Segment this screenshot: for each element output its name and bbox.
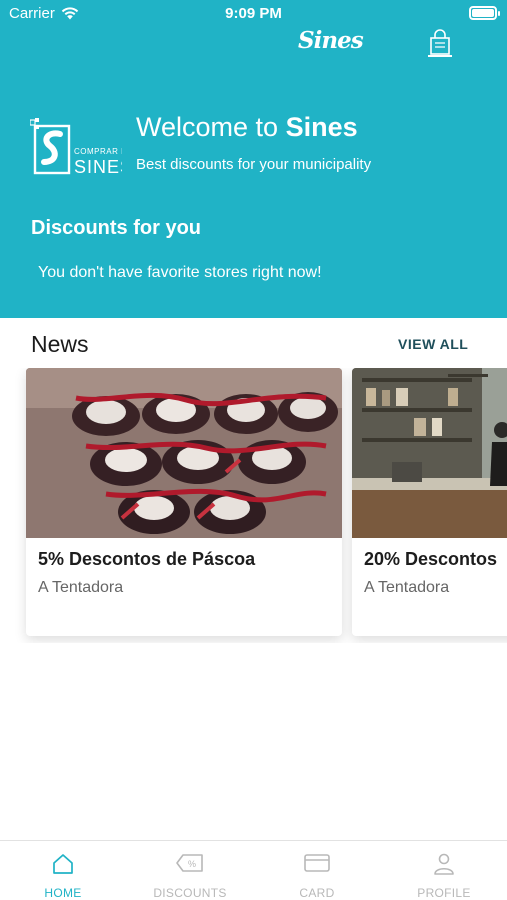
comprar-em-sines-logo: COMPRAR EM SINES — [29, 118, 134, 178]
tab-discounts-label: DISCOUNTS — [153, 886, 227, 900]
tab-home[interactable]: HOME — [0, 841, 126, 900]
svg-text:%: % — [188, 859, 196, 869]
tab-card-label: CARD — [299, 886, 335, 900]
status-bar: Carrier 9:09 PM — [0, 0, 507, 28]
welcome-tagline: Best discounts for your municipality — [136, 156, 372, 173]
shop-interior-image — [352, 368, 507, 538]
news-card-store: A Tentadora — [364, 579, 450, 596]
status-time: 9:09 PM — [225, 5, 282, 22]
tab-card[interactable]: CARD — [254, 841, 380, 900]
sines-brand-logo: Sines — [298, 27, 364, 60]
news-carousel[interactable]: 5% Descontos de Páscoa A Tentadora 20% D… — [0, 368, 507, 643]
view-all-news-button[interactable]: VIEW ALL — [398, 336, 468, 352]
news-card[interactable]: 20% Descontos A Tentadora — [352, 368, 507, 636]
home-icon — [53, 854, 73, 874]
welcome-municipality: Sines — [285, 112, 358, 142]
card-icon — [304, 854, 330, 872]
news-card-store: A Tentadora — [38, 579, 124, 596]
logo-text-bottom: SINES — [74, 157, 122, 177]
news-section-title: News — [31, 331, 89, 357]
news-card[interactable]: 5% Descontos de Páscoa A Tentadora — [26, 368, 342, 636]
profile-icon — [434, 853, 454, 875]
tab-profile-label: PROFILE — [417, 886, 471, 900]
easter-chocolates-image — [26, 368, 342, 538]
tab-discounts[interactable]: % DISCOUNTS — [127, 841, 253, 900]
discount-tag-icon: % — [176, 854, 203, 872]
header-banner: Carrier 9:09 PM Sines COMPRAR EM SINES — [0, 0, 507, 318]
tab-home-label: HOME — [44, 886, 82, 900]
news-card-title: 20% Descontos — [364, 549, 498, 569]
news-card-title: 5% Descontos de Páscoa — [38, 549, 256, 569]
shopping-bag-logo-icon — [428, 29, 452, 57]
bottom-tab-bar: HOME % DISCOUNTS CARD PROFILE — [0, 840, 507, 900]
battery-icon — [469, 6, 500, 20]
tab-profile[interactable]: PROFILE — [381, 841, 507, 900]
brand-wordmark: Sines — [298, 27, 364, 54]
empty-favorites-message: You don't have favorite stores right now… — [38, 264, 322, 281]
welcome-prefix: Welcome to — [136, 112, 286, 142]
discounts-section-title: Discounts for you — [31, 217, 202, 239]
logo-text-top: COMPRAR EM — [74, 147, 122, 156]
welcome-heading: Welcome to Sines — [136, 112, 358, 143]
